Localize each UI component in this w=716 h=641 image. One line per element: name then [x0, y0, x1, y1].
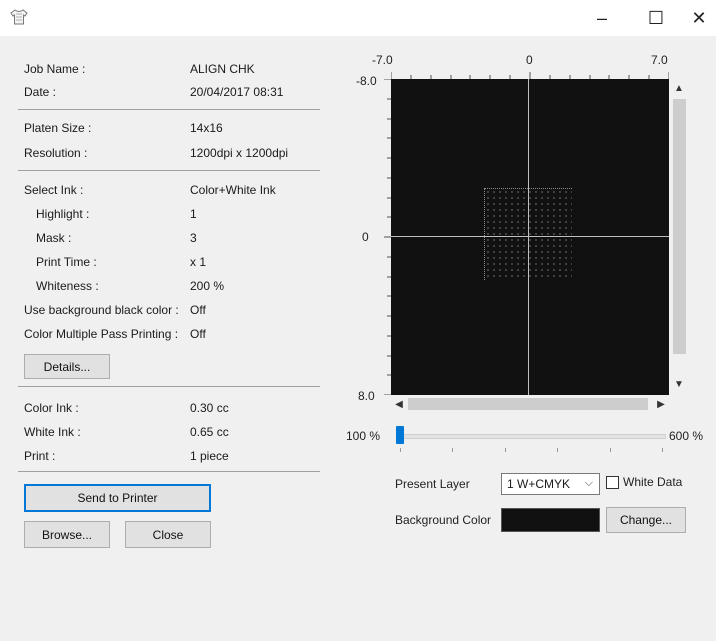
print-time-value: x 1 [190, 255, 207, 269]
zoom-tick [505, 448, 506, 452]
tshirt-icon [10, 9, 28, 25]
highlight-value: 1 [190, 207, 197, 221]
send-to-printer-button[interactable]: Send to Printer [24, 484, 211, 512]
y-axis-center-label: 0 [362, 230, 369, 244]
color-multipass-label: Color Multiple Pass Printing : [24, 327, 179, 341]
vertical-scrollbar[interactable]: ▲ ▼ [670, 79, 688, 395]
background-color-label: Background Color [395, 513, 492, 527]
date-value: 20/04/2017 08:31 [190, 85, 284, 99]
x-axis-max-label: 7.0 [651, 53, 668, 67]
vertical-ruler [384, 79, 391, 395]
minimize-button[interactable]: – [579, 0, 625, 36]
scroll-up-icon[interactable]: ▲ [670, 79, 688, 97]
zoom-max-label: 600 % [669, 429, 704, 443]
mask-value: 3 [190, 231, 197, 245]
present-layer-value: 1 W+CMYK [507, 477, 571, 491]
zoom-slider[interactable] [398, 434, 666, 439]
close-window-button[interactable]: ✕ [676, 0, 716, 36]
maximize-button[interactable]: ☐ [633, 0, 679, 36]
select-ink-label: Select Ink : [24, 183, 84, 197]
background-color-swatch [501, 508, 600, 532]
white-data-checkbox[interactable] [606, 476, 619, 489]
color-multipass-value: Off [190, 327, 206, 341]
zoom-tick [662, 448, 663, 452]
color-ink-label: Color Ink : [24, 401, 79, 415]
use-bg-black-label: Use background black color : [24, 303, 179, 317]
use-bg-black-value: Off [190, 303, 206, 317]
change-color-button[interactable]: Change... [606, 507, 686, 533]
y-axis-max-label: 8.0 [358, 389, 375, 403]
present-layer-label: Present Layer [395, 477, 470, 491]
divider [18, 109, 320, 110]
divider [18, 386, 320, 387]
horizontal-scroll-thumb[interactable] [408, 398, 648, 410]
chevron-down-icon: ⌵ [584, 477, 593, 489]
present-layer-select[interactable]: 1 W+CMYK ⌵ [501, 473, 600, 495]
scroll-left-icon[interactable]: ◀ [391, 395, 407, 413]
x-axis-min-label: -7.0 [372, 53, 393, 67]
divider [18, 471, 320, 472]
title-bar: – ☐ ✕ [0, 0, 716, 36]
whiteness-value: 200 % [190, 279, 225, 293]
close-button[interactable]: Close [125, 521, 211, 548]
x-axis-center-label: 0 [526, 53, 533, 67]
zoom-tick [557, 448, 558, 452]
scroll-down-icon[interactable]: ▼ [670, 375, 688, 393]
platen-size-value: 14x16 [190, 121, 223, 135]
browse-button[interactable]: Browse... [24, 521, 110, 548]
scroll-right-icon[interactable]: ▶ [653, 395, 669, 413]
job-name-value: ALIGN CHK [190, 62, 255, 76]
divider [18, 170, 320, 171]
color-ink-value: 0.30 cc [190, 401, 229, 415]
horizontal-ruler [391, 72, 669, 79]
zoom-tick [610, 448, 611, 452]
date-label: Date : [24, 85, 57, 99]
zoom-min-label: 100 % [346, 429, 381, 443]
white-ink-label: White Ink : [24, 425, 81, 439]
highlight-label: Highlight : [36, 207, 90, 221]
resolution-value: 1200dpi x 1200dpi [190, 146, 289, 160]
horizontal-scrollbar[interactable]: ◀ ▶ [391, 395, 669, 413]
whiteness-label: Whiteness : [36, 279, 99, 293]
zoom-tick [452, 448, 453, 452]
white-ink-value: 0.65 cc [190, 425, 229, 439]
zoom-slider-thumb[interactable] [396, 426, 404, 444]
alignment-pattern [484, 188, 572, 280]
print-label: Print : [24, 449, 56, 463]
zoom-tick [400, 448, 401, 452]
resolution-label: Resolution : [24, 146, 88, 160]
print-time-label: Print Time : [36, 255, 97, 269]
print-preview-canvas[interactable] [391, 79, 669, 395]
vertical-scroll-thumb[interactable] [673, 99, 686, 354]
select-ink-value: Color+White Ink [190, 183, 276, 197]
mask-label: Mask : [36, 231, 72, 245]
details-button[interactable]: Details... [24, 354, 110, 379]
job-name-label: Job Name : [24, 62, 86, 76]
y-axis-min-label: -8.0 [356, 74, 377, 88]
platen-size-label: Platen Size : [24, 121, 92, 135]
print-value: 1 piece [190, 449, 229, 463]
white-data-label[interactable]: White Data [623, 475, 682, 489]
